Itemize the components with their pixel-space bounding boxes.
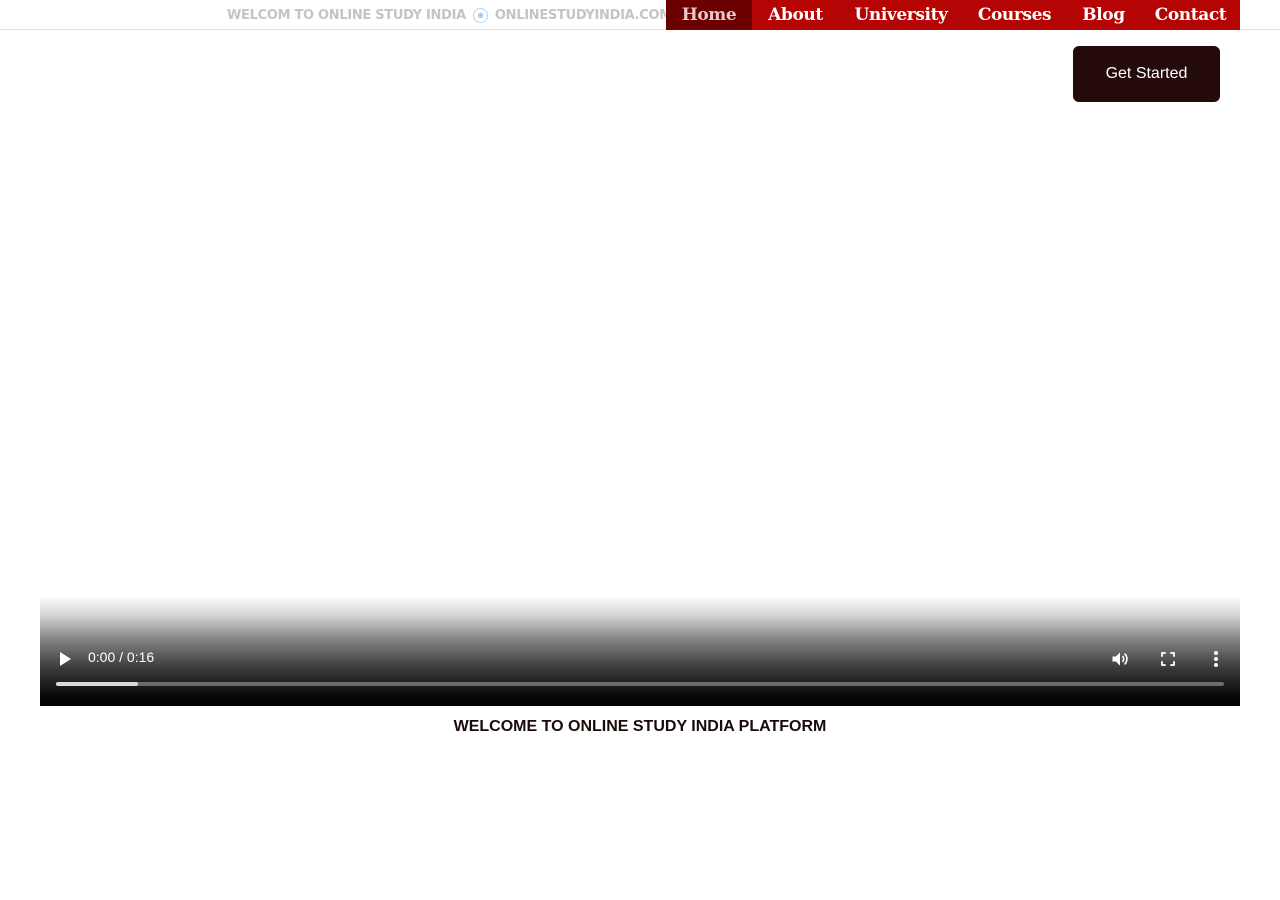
- video-progress-track[interactable]: [56, 682, 1224, 686]
- welcome-ticker: WELCOM TO ONLINE STUDY INDIA ⊕ ONLINESTU…: [227, 0, 672, 30]
- video-buffered-bar: [56, 682, 138, 686]
- nav-label-blog: Blog: [1082, 5, 1125, 25]
- play-icon[interactable]: [54, 648, 76, 670]
- main-navigation: Home About University Courses Blog Conta…: [666, 0, 1240, 30]
- video-time: 0:00 / 0:16: [88, 649, 155, 665]
- welcome-text: WELCOM TO ONLINE STUDY INDIA: [227, 7, 466, 23]
- nav-item-about[interactable]: About: [752, 0, 839, 30]
- more-options-icon[interactable]: [1204, 647, 1228, 671]
- video-player[interactable]: 0:00 / 0:16: [40, 596, 1240, 706]
- nav-label-contact: Contact: [1154, 5, 1227, 25]
- site-text: ONLINESTUDYINDIA.COM: [494, 7, 672, 23]
- nav-label-about: About: [768, 5, 823, 25]
- get-started-button[interactable]: Get Started: [1073, 46, 1220, 102]
- page-headline: WELCOME TO ONLINE STUDY INDIA PLATFORM: [453, 718, 827, 735]
- nav-item-home[interactable]: Home: [666, 0, 752, 30]
- nav-label-courses: Courses: [977, 5, 1052, 25]
- volume-icon[interactable]: [1108, 647, 1132, 671]
- nav-item-blog[interactable]: Blog: [1066, 0, 1141, 30]
- nav-item-university[interactable]: University: [839, 0, 963, 30]
- nav-item-courses[interactable]: Courses: [963, 0, 1066, 30]
- nav-item-contact[interactable]: Contact: [1141, 0, 1240, 30]
- nav-label-home: Home: [681, 5, 737, 25]
- nav-label-university: University: [854, 5, 948, 25]
- fullscreen-icon[interactable]: [1156, 647, 1180, 671]
- top-bar: WELCOM TO ONLINE STUDY INDIA ⊕ ONLINESTU…: [0, 0, 1280, 30]
- globe-icon: ⊕: [472, 7, 488, 23]
